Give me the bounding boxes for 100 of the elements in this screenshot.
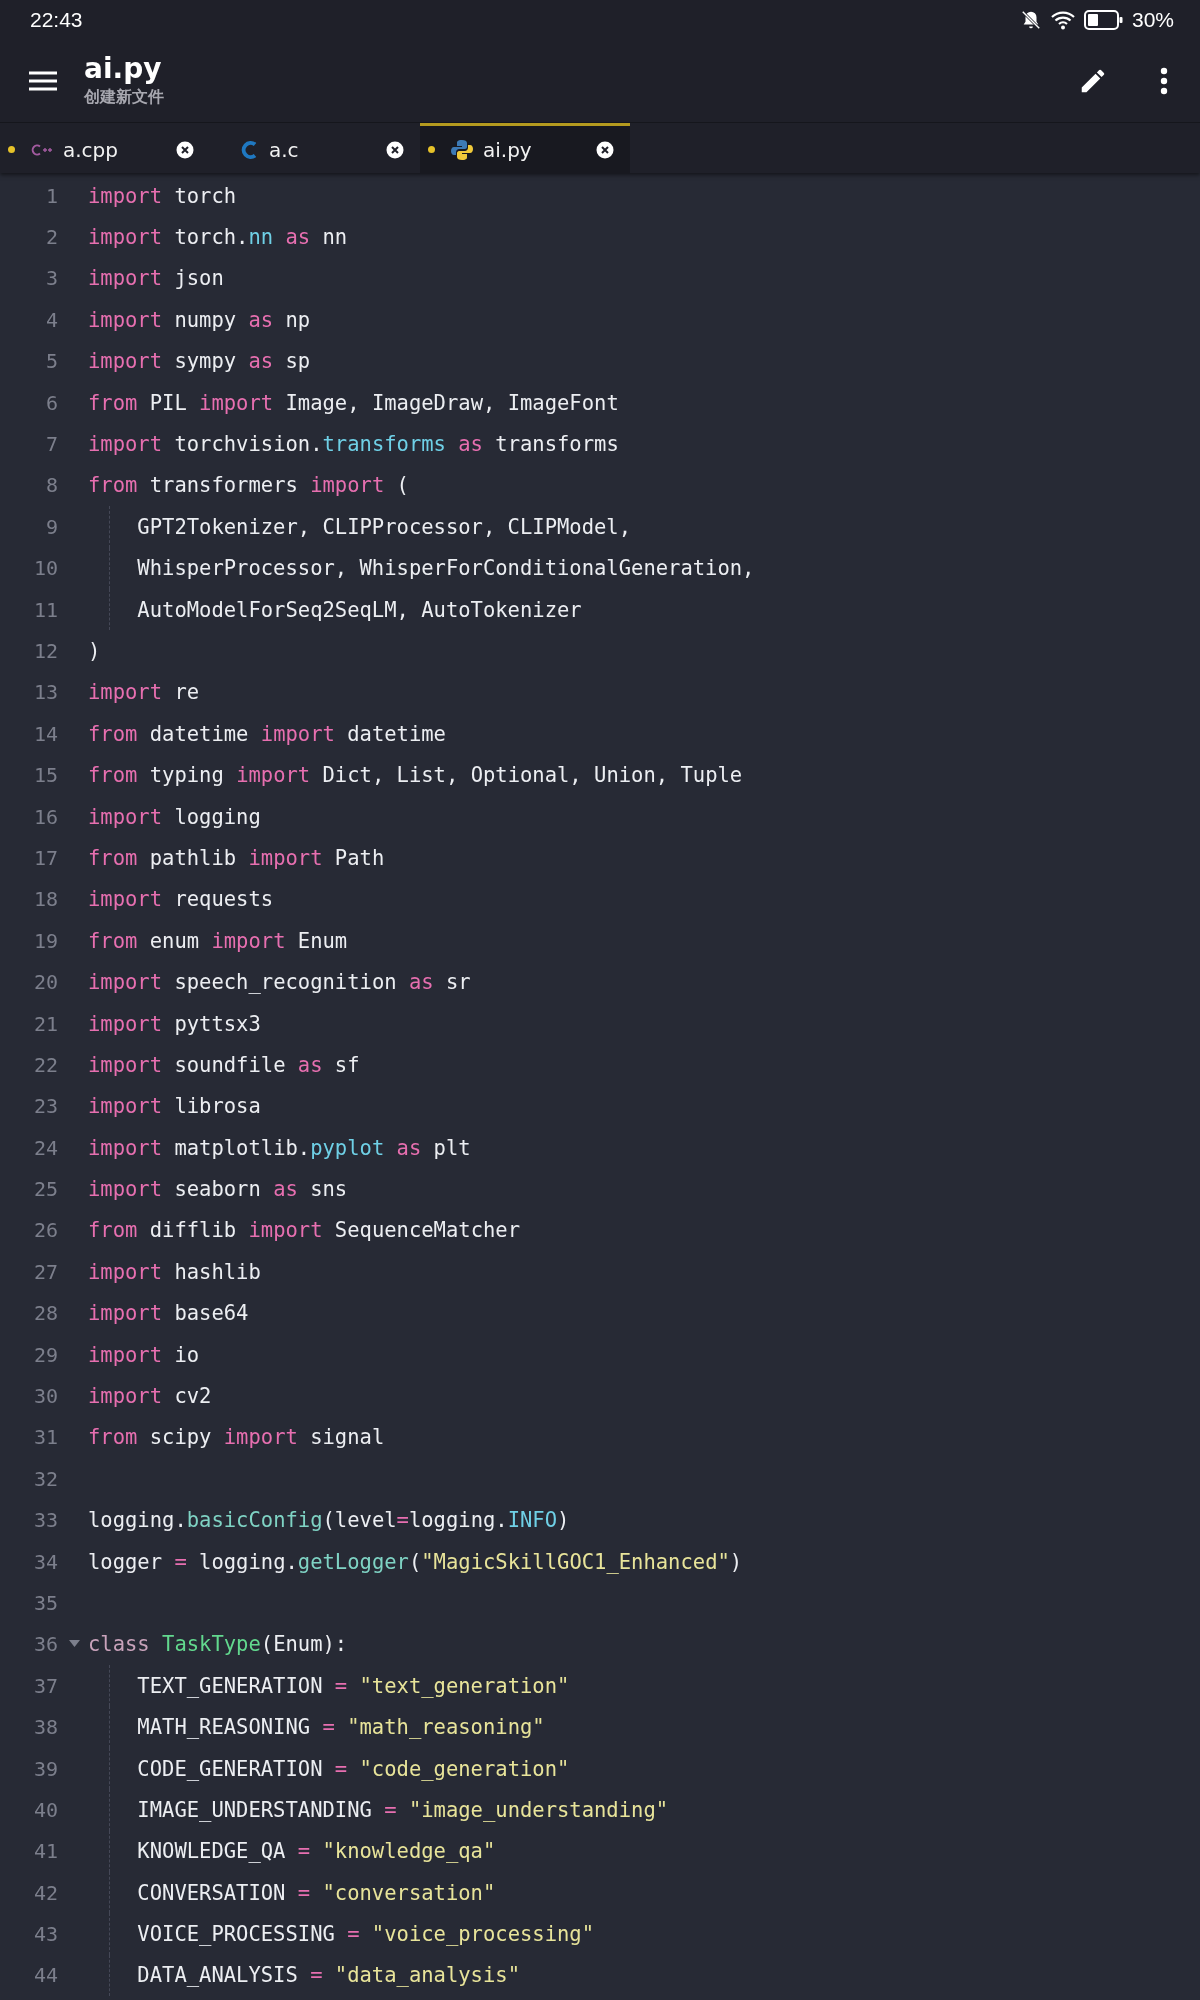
code-line: KNOWLEDGE_QA = "knowledge_qa": [88, 1830, 496, 1872]
python-file-icon: [451, 138, 473, 161]
code-line: class TaskType(Enum):: [88, 1631, 348, 1659]
line-number: 21: [33, 1011, 58, 1036]
battery-icon: [1083, 9, 1124, 31]
code-line: import torch.nn as nn: [88, 224, 348, 252]
code-line: import sympy as sp: [88, 348, 311, 376]
code-line: from pathlib import Path: [88, 844, 385, 872]
code-line: WhisperProcessor, WhisperForConditionalGeneration,: [88, 547, 755, 589]
code-line: TEXT_GENERATION = "text_generation": [88, 1665, 570, 1707]
line-number: 20: [33, 970, 58, 995]
muted-bell-icon: [1019, 9, 1042, 31]
c-file-icon: [241, 139, 259, 160]
code-line: AutoModelForSeq2SeqLM, AutoTokenizer: [88, 588, 582, 631]
code-line: CONVERSATION = "conversation": [88, 1872, 496, 1914]
line-number: 24: [33, 1135, 58, 1160]
code-line: import pyttsx3: [88, 1010, 261, 1038]
line-number: 44: [33, 1963, 58, 1988]
kebab-menu-icon: [1160, 67, 1168, 95]
file-title: ai.py: [84, 54, 163, 85]
code-line: from PIL import Image, ImageDraw, ImageFont: [88, 389, 619, 417]
line-number: 4: [45, 307, 58, 332]
line-number: 42: [33, 1880, 58, 1905]
close-icon: [596, 140, 614, 159]
code-line: import librosa: [88, 1093, 261, 1121]
line-number: 22: [33, 1052, 58, 1077]
line-number: 38: [33, 1715, 58, 1740]
line-number: 12: [33, 639, 58, 663]
file-tab[interactable]: ai.py: [420, 123, 630, 173]
close-icon: [386, 140, 404, 159]
close-tab-button[interactable]: [386, 140, 404, 159]
code-line: logging.basicConfig(level=logging.INFO): [88, 1507, 570, 1535]
code-line: import soundfile as sf: [88, 1051, 360, 1079]
line-number: 11: [33, 597, 58, 622]
line-number: 18: [33, 887, 58, 912]
line-number: 25: [33, 1177, 58, 1202]
line-number: 40: [33, 1797, 58, 1822]
line-number: 30: [33, 1384, 58, 1408]
line-number: 33: [33, 1508, 58, 1533]
code-line: import matplotlib.pyplot as plt: [88, 1134, 471, 1162]
code-line: import json: [88, 265, 224, 293]
tab-label: ai.py: [483, 137, 533, 162]
code-line: from datetime import datetime: [88, 720, 446, 748]
line-number: 43: [33, 1922, 58, 1947]
fold-caret-icon[interactable]: [69, 1640, 80, 1649]
code-line: from scipy import signal: [88, 1424, 385, 1452]
code-line: import numpy as np: [88, 306, 311, 334]
cpp-file-icon: [31, 142, 53, 157]
menu-icon: [28, 70, 58, 92]
line-number: 9: [45, 514, 58, 539]
code-line: import io: [88, 1341, 200, 1369]
line-number: 16: [33, 804, 58, 829]
line-number: 13: [33, 680, 58, 705]
code-line: VOICE_PROCESSING = "voice_processing": [88, 1913, 595, 1955]
tab-label: a.cpp: [63, 137, 119, 162]
line-number: 39: [33, 1756, 58, 1781]
code-line: logger = logging.getLogger("MagicSkillGOC1_Enhanced"): [88, 1548, 743, 1576]
line-number: 7: [45, 432, 58, 457]
code-line: import hashlib: [88, 1258, 261, 1286]
code-line: ): [88, 638, 101, 665]
line-number: 6: [45, 390, 58, 415]
code-line: IMAGE_UNDERSTANDING = "image_understanding": [88, 1789, 669, 1831]
close-tab-button[interactable]: [176, 140, 194, 159]
line-number: 41: [33, 1839, 58, 1864]
line-number: 35: [33, 1590, 58, 1615]
code-line: import torchvision.transforms as transforms: [88, 431, 619, 459]
code-line: import re: [88, 679, 200, 707]
file-tab[interactable]: a.cpp: [0, 123, 210, 173]
code-line: MATH_REASONING = "math_reasoning": [88, 1706, 545, 1748]
line-number: 26: [33, 1218, 58, 1243]
code-line: CODE_GENERATION = "code_generation": [88, 1747, 570, 1790]
close-tab-button[interactable]: [596, 140, 614, 159]
code-line: from enum import Enum: [88, 927, 348, 955]
file-tab[interactable]: a.c: [210, 123, 420, 173]
code-line: import base64: [88, 1300, 249, 1328]
code-line: GPT2Tokenizer, CLIPProcessor, CLIPModel,: [88, 506, 632, 548]
code-line: import torch: [88, 182, 237, 210]
code-line: import cv2: [88, 1383, 212, 1410]
line-number: 1: [45, 183, 58, 208]
code-line: from typing import Dict, List, Optional, Union, Tuple: [88, 762, 743, 790]
line-number: 14: [33, 721, 58, 746]
close-icon: [176, 140, 194, 159]
line-number: 36: [33, 1632, 58, 1657]
line-number: 17: [33, 845, 58, 870]
line-number: 10: [33, 556, 58, 581]
line-number: 8: [45, 473, 58, 498]
line-number: 19: [33, 928, 58, 953]
tab-label: a.c: [269, 137, 300, 162]
code-line: import requests: [88, 886, 274, 914]
line-number: 23: [33, 1094, 58, 1119]
line-number: 27: [33, 1259, 58, 1284]
line-number: 29: [33, 1342, 58, 1367]
file-subtitle: 创建新文件: [84, 86, 165, 108]
code-line: DATA_ANALYSIS = "data_analysis": [88, 1954, 520, 1997]
line-number: 31: [33, 1425, 58, 1450]
code-line: import speech_recognition as sr: [88, 969, 471, 997]
line-number: 15: [33, 763, 58, 788]
line-number: 37: [33, 1673, 58, 1698]
code-line: import seaborn as sns: [88, 1176, 348, 1204]
clock-time: 22:43: [30, 8, 83, 32]
